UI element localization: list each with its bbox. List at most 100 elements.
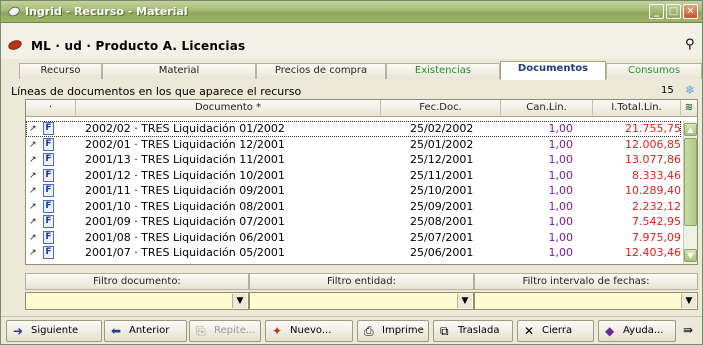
cell-fecha: 25/11/2001 [410,168,474,182]
column-header-cantidad[interactable]: Can.Lin. [501,100,593,117]
tab-precios-de-compra[interactable]: Precios de compra [256,63,386,79]
cell-total: 12.006,85 [625,137,681,151]
tab-consumos[interactable]: Consumos [606,63,702,79]
chevron-down-icon[interactable]: ▼ [681,294,696,308]
table-row[interactable]: ↗ F 2001/13 · TRES Liquidación 11/2001 2… [26,152,681,168]
cell-total: 7.542,95 [632,215,681,228]
expand-icon: ⇛ [683,323,694,337]
scroll-down-button[interactable]: ▼ [684,249,697,262]
tab-documentos[interactable]: Documentos [500,61,606,80]
invoice-document-icon: F [43,153,54,166]
tab-recurso[interactable]: Recurso [19,63,102,79]
row-arrow-icon: ↗ [29,124,37,134]
cell-cantidad: 1,00 [548,153,574,166]
grid-body: ↗ F 2002/02 · TRES Liquidación 01/2002 2… [26,121,681,264]
column-header-fecha[interactable]: Fec.Doc. [381,100,501,117]
invoice-document-icon: F [43,230,54,244]
table-row[interactable]: ↗ F 2001/10 · TRES Liquidación 08/2001 2… [26,199,681,215]
nuevo-button[interactable]: ✦ Nuevo... [265,320,353,342]
imprime-button[interactable]: ⎙ Imprime [357,320,429,342]
resource-icon [8,40,22,50]
cell-total: 13.077,86 [625,153,681,166]
cell-documento: 2002/02 · TRES Liquidación 01/2002 [85,122,285,135]
imprime-label: Imprime [382,325,424,336]
scroll-up-button[interactable]: ▲ [684,123,697,136]
repite-button[interactable]: ⎘ Repite... [189,320,261,342]
cell-fecha: 25/01/2002 [410,137,474,151]
traslada-button[interactable]: ⧉ Traslada [433,320,513,342]
documents-grid: · Documento * Fec.Doc. Can.Lin. I.Total.… [25,99,698,265]
siguiente-button[interactable]: ➜ Siguiente [6,320,102,342]
refresh-icon[interactable]: ❄ [685,83,695,97]
cell-cantidad: 1,00 [548,168,574,182]
anterior-button[interactable]: ⬅ Anterior [104,320,187,342]
title-bar[interactable]: Ingrid - Recurso - Material _ □ ✕ [1,1,702,23]
cell-fecha: 25/02/2002 [410,122,474,135]
cell-fecha: 25/06/2001 [410,246,474,259]
row-arrow-icon: ↗ [29,232,37,243]
new-item-icon: ✦ [272,324,283,338]
binoculars-icon[interactable]: ⚲ [685,37,695,52]
anterior-label: Anterior [129,325,170,336]
filter-fechas-label: Filtro intervalo de fechas: [474,273,698,290]
invoice-document-icon: F [43,246,54,259]
grid-header: · Documento * Fec.Doc. Can.Lin. I.Total.… [26,100,697,117]
filter-entidad-label: Filtro entidad: [249,273,474,290]
table-row[interactable]: ↗ F 2001/11 · TRES Liquidación 09/2001 2… [26,183,681,199]
nuevo-label: Nuevo... [290,325,332,336]
column-header-total[interactable]: I.Total.Lin. [593,100,681,117]
table-row[interactable]: ↗ F 2002/02 · TRES Liquidación 01/2002 2… [26,121,681,137]
tab-existencias[interactable]: Existencias [386,63,500,79]
transfer-icon: ⧉ [440,324,449,338]
table-row[interactable]: ↗ F 2001/12 · TRES Liquidación 10/2001 2… [26,168,681,184]
invoice-document-icon: F [43,122,54,135]
vertical-scrollbar[interactable]: ▲ ▼ [683,121,697,264]
row-arrow-icon: ↗ [29,201,37,212]
cierra-button[interactable]: ✕ Cierra [517,320,594,342]
columns-config-icon[interactable]: ≋ [681,100,697,117]
cell-documento: 2001/11 · TRES Liquidación 09/2001 [85,184,285,197]
invoice-document-icon: F [43,199,54,213]
table-row[interactable]: ↗ F 2001/07 · TRES Liquidación 05/2001 2… [26,245,681,261]
filter-documento-select[interactable]: ▼ [25,292,249,310]
filter-entidad-select[interactable]: ▼ [249,292,474,310]
cell-cantidad: 1,00 [548,122,574,135]
more-actions-button[interactable]: ⇛ [680,320,700,342]
invoice-document-icon: F [43,137,54,151]
column-header-documento[interactable]: Documento * [76,100,381,117]
table-row[interactable]: ↗ F 2002/01 · TRES Liquidación 12/2001 2… [26,137,681,153]
table-row[interactable]: ↗ F 2001/08 · TRES Liquidación 06/2001 2… [26,230,681,246]
close-button[interactable]: ✕ [683,4,698,19]
row-arrow-icon: ↗ [29,248,37,258]
chevron-down-icon[interactable]: ▼ [232,294,247,308]
row-arrow-icon: ↗ [29,139,37,150]
main-window: Ingrid - Recurso - Material _ □ ✕ ML · u… [0,0,703,345]
minimize-button[interactable]: _ [649,4,664,19]
maximize-button[interactable]: □ [666,4,681,19]
cell-total: 21.755,75 [625,122,681,135]
tab-material[interactable]: Material [102,63,256,79]
filter-fechas-select[interactable]: ▼ [474,292,698,310]
bottom-toolbar: ➜ Siguiente ⬅ Anterior ⎘ Repite... ✦ Nue… [1,316,702,344]
close-icon: ✕ [524,324,535,338]
record-header: ML · ud · Producto A. Licencias ⚲ [1,23,702,59]
app-icon [8,6,20,17]
cell-total: 12.403,46 [625,246,681,259]
arrow-right-icon: ➜ [13,324,24,338]
scroll-thumb[interactable] [684,138,697,226]
cell-fecha: 25/09/2001 [410,199,474,213]
column-header-marker[interactable]: · [26,100,76,117]
repite-label: Repite... [214,325,256,336]
cell-total: 2.232,12 [632,199,681,213]
table-row[interactable]: ↗ F 2001/09 · TRES Liquidación 07/2001 2… [26,214,681,230]
chevron-down-icon[interactable]: ▼ [457,294,472,308]
cell-documento: 2001/07 · TRES Liquidación 05/2001 [85,246,285,259]
filter-bar: Filtro documento: Filtro entidad: Filtro… [25,273,698,311]
cell-documento: 2001/10 · TRES Liquidación 08/2001 [85,199,285,213]
cell-cantidad: 1,00 [548,199,574,213]
cell-fecha: 25/08/2001 [410,215,474,228]
ayuda-button[interactable]: ◆ Ayuda... [598,320,676,342]
row-arrow-icon: ↗ [29,170,37,181]
record-title: ML · ud · Producto A. Licencias [31,39,246,53]
cell-total: 8.333,46 [632,168,681,182]
